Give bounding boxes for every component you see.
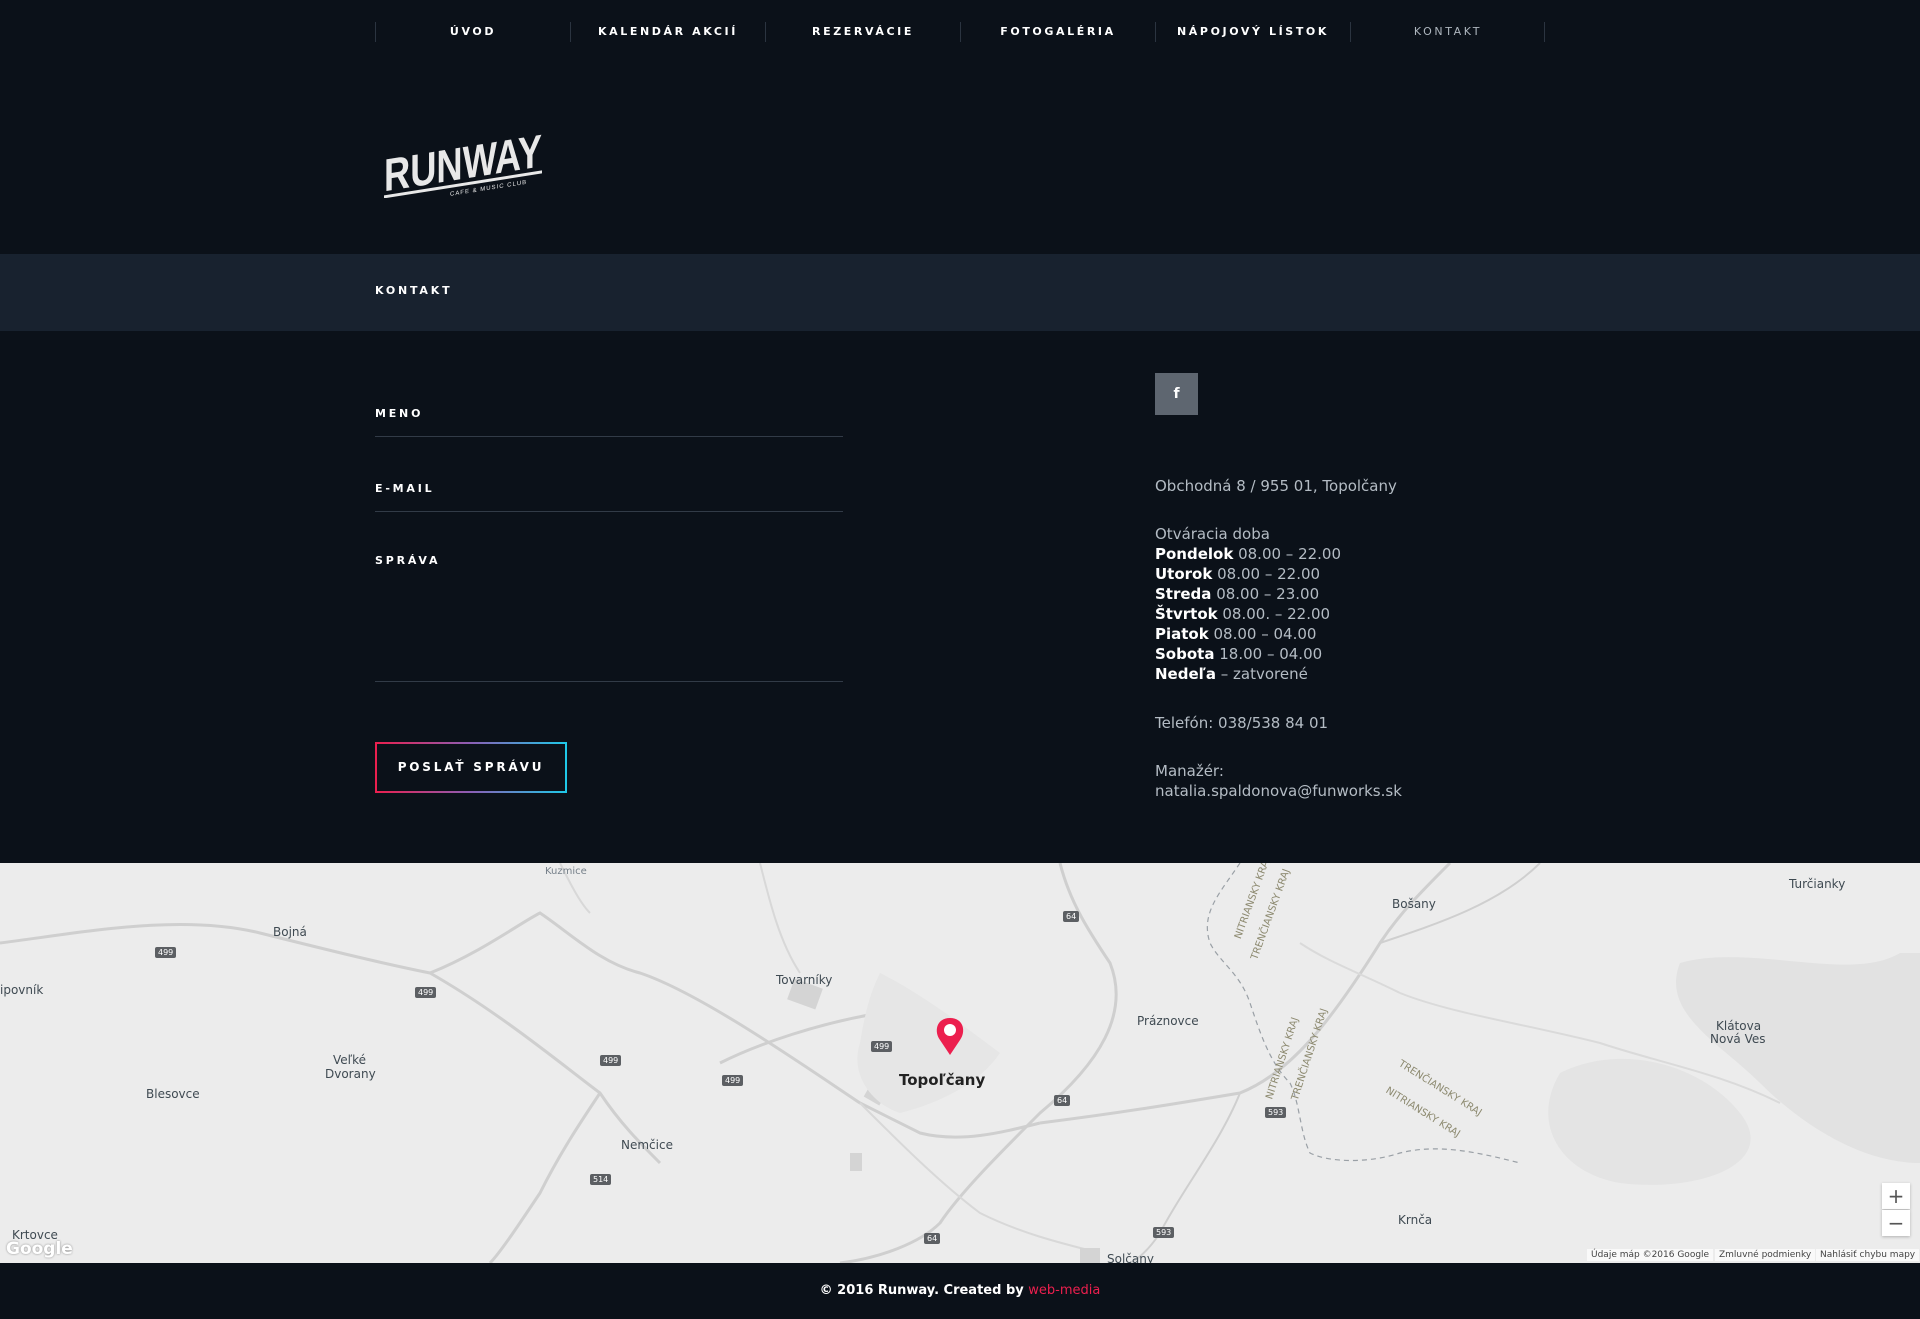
hours-row: Piatok 08.00 – 04.00 bbox=[1155, 625, 1317, 643]
map-place-dvorany: Dvorany bbox=[325, 1067, 376, 1081]
manager-label: Manažér: bbox=[1155, 762, 1224, 780]
message-field[interactable] bbox=[375, 681, 843, 682]
map-place-bojna: Bojná bbox=[273, 925, 307, 939]
hours-row: Štvrtok 08.00. – 22.00 bbox=[1155, 605, 1331, 623]
map-place-praznovce: Práznovce bbox=[1137, 1014, 1199, 1028]
road-sign-64: 64 bbox=[1063, 911, 1080, 922]
map-place-lipovnik: ipovník bbox=[0, 983, 44, 997]
map-data-attribution: Údaje máp ©2016 Google bbox=[1587, 1249, 1714, 1261]
google-map[interactable]: Kuzmice Bojná ipovník Veľké Dvorany Bles… bbox=[0, 863, 1920, 1263]
nav-item-kontakt[interactable]: KONTAKT bbox=[1350, 22, 1545, 42]
page-title-bar: KONTAKT bbox=[0, 254, 1920, 331]
hours-row: Pondelok 08.00 – 22.00 bbox=[1155, 545, 1342, 563]
zoom-in-button[interactable]: + bbox=[1882, 1183, 1910, 1209]
email-field[interactable] bbox=[375, 511, 843, 512]
hours-row: Sobota 18.00 – 04.00 bbox=[1155, 645, 1323, 663]
road-sign-499: 499 bbox=[600, 1055, 622, 1066]
nav-divider bbox=[1544, 22, 1545, 42]
page-title: KONTAKT bbox=[375, 284, 453, 297]
message-field-label: SPRÁVA bbox=[375, 554, 441, 567]
road-sign-593: 593 bbox=[1153, 1227, 1175, 1238]
map-terms-link[interactable]: Zmluvné podmienky bbox=[1715, 1249, 1816, 1261]
map-place-topolcany: Topoľčany bbox=[899, 1071, 986, 1089]
map-place-solcany: Solčany bbox=[1107, 1252, 1154, 1263]
map-place-blesovce: Blesovce bbox=[146, 1087, 200, 1101]
map-place-kuzmice: Kuzmice bbox=[545, 866, 587, 877]
map-canvas bbox=[0, 863, 1920, 1263]
road-sign-593: 593 bbox=[1265, 1107, 1287, 1118]
manager-email[interactable]: natalia.spaldonova@funworks.sk bbox=[1155, 781, 1402, 801]
map-place-nemcice: Nemčice bbox=[621, 1138, 673, 1152]
page-footer: © 2016 Runway. Created by web-media bbox=[0, 1263, 1920, 1319]
nav-item-napojovy-listok[interactable]: NÁPOJOVÝ LÍSTOK bbox=[1155, 22, 1350, 42]
map-place-nova-ves: Nová Ves bbox=[1710, 1032, 1766, 1046]
name-field-label: MENO bbox=[375, 407, 424, 420]
top-navigation: ÚVOD KALENDÁR AKCIÍ REZERVÁCIE FOTOGALÉR… bbox=[0, 0, 1920, 62]
map-place-turcianky: Turčianky bbox=[1789, 877, 1846, 891]
runway-logo[interactable]: RUNWAY CAFE & MUSIC CLUB bbox=[380, 106, 548, 201]
map-report-link[interactable]: Nahlásiť chybu mapy bbox=[1816, 1249, 1920, 1261]
footer-copyright: © 2016 Runway. Created by bbox=[819, 1283, 1024, 1298]
hours-title: Otváracia doba bbox=[1155, 525, 1270, 543]
nav-item-uvod[interactable]: ÚVOD bbox=[375, 22, 570, 42]
nav-item-fotogaleria[interactable]: FOTOGALÉRIA bbox=[960, 22, 1155, 42]
name-field[interactable] bbox=[375, 436, 843, 437]
road-sign-514: 514 bbox=[590, 1174, 612, 1185]
address: Obchodná 8 / 955 01, Topolčany bbox=[1155, 477, 1397, 495]
hours-row: Streda 08.00 – 23.00 bbox=[1155, 585, 1320, 603]
nav-item-kalendar-akcii[interactable]: KALENDÁR AKCIÍ bbox=[570, 22, 765, 42]
map-place-velke: Veľké bbox=[333, 1053, 367, 1067]
zoom-out-button[interactable]: − bbox=[1882, 1210, 1910, 1236]
email-field-label: E-MAIL bbox=[375, 482, 435, 495]
road-sign-499: 499 bbox=[155, 947, 177, 958]
footer-web-media-link[interactable]: web-media bbox=[1028, 1283, 1100, 1298]
opening-hours: Otváracia doba Pondelok 08.00 – 22.00 Ut… bbox=[1155, 524, 1341, 684]
manager: Manažér: natalia.spaldonova@funworks.sk bbox=[1155, 761, 1402, 801]
road-sign-64: 64 bbox=[1054, 1095, 1071, 1106]
map-place-bosany: Bošany bbox=[1392, 897, 1436, 911]
road-sign-499: 499 bbox=[871, 1041, 893, 1052]
map-place-klatova: Klátova bbox=[1716, 1019, 1762, 1033]
nav-item-rezervacie[interactable]: REZERVÁCIE bbox=[765, 22, 960, 42]
map-place-krnca: Krnča bbox=[1398, 1213, 1433, 1227]
map-place-tovarniky: Tovarníky bbox=[776, 973, 833, 987]
google-logo[interactable]: Google bbox=[6, 1239, 73, 1259]
road-sign-499: 499 bbox=[722, 1075, 744, 1086]
send-message-button[interactable]: POSLAŤ SPRÁVU bbox=[375, 742, 567, 793]
facebook-icon[interactable]: f bbox=[1155, 373, 1198, 415]
hours-row: Nedeľa – zatvorené bbox=[1155, 665, 1308, 683]
hours-row: Utorok 08.00 – 22.00 bbox=[1155, 565, 1321, 583]
road-sign-499: 499 bbox=[415, 987, 437, 998]
road-sign-64: 64 bbox=[924, 1233, 941, 1244]
phone: Telefón: 038/538 84 01 bbox=[1155, 714, 1329, 732]
